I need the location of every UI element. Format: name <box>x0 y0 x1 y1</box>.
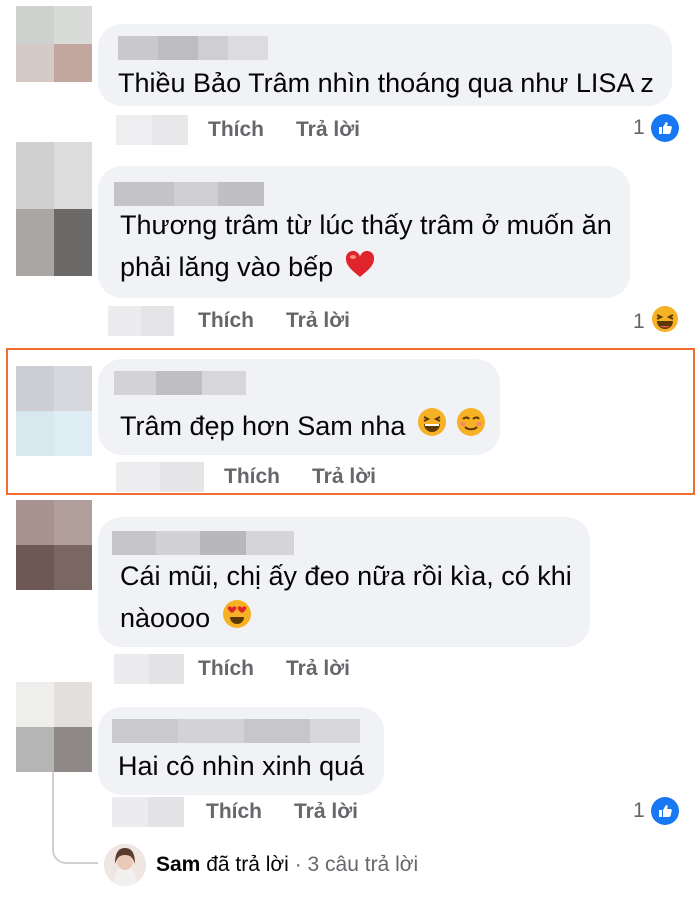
reaction-summary[interactable]: 1 <box>633 305 679 338</box>
grinning-squint-icon <box>417 407 447 449</box>
thread-connector <box>52 772 98 864</box>
timestamp-blurred[interactable] <box>116 115 188 145</box>
reply-author-name[interactable]: Sam <box>156 853 200 876</box>
like-button[interactable]: Thích <box>208 118 264 142</box>
reply-button[interactable]: Trả lời <box>294 800 358 824</box>
reply-author-avatar[interactable] <box>104 844 146 886</box>
reaction-summary[interactable]: 1 <box>633 114 679 142</box>
heart-icon <box>345 248 375 290</box>
comment-bubble: Thương trâm từ lúc thấy trâm ở muốn ăn p… <box>98 166 630 298</box>
smiling-blush-icon <box>456 407 486 449</box>
author-name-blurred[interactable] <box>114 371 246 395</box>
comment-bubble: Thiều Bảo Trâm nhìn thoáng qua như LISA … <box>98 24 672 106</box>
comment-actions: Thích Trả lời <box>116 462 376 492</box>
avatar[interactable] <box>16 366 92 456</box>
avatar[interactable] <box>16 682 92 772</box>
reply-button[interactable]: Trả lời <box>312 465 376 489</box>
reaction-summary[interactable]: 1 <box>633 797 679 825</box>
like-button[interactable]: Thích <box>198 309 254 333</box>
reply-separator: · <box>294 853 302 876</box>
comment-text: Thiều Bảo Trâm nhìn thoáng qua như LISA … <box>118 68 654 98</box>
author-name-blurred[interactable] <box>118 36 268 60</box>
heart-eyes-icon <box>222 599 252 641</box>
timestamp-blurred[interactable] <box>116 462 204 492</box>
like-icon <box>650 797 679 825</box>
replies-summary[interactable]: Sam đã trả lời · 3 câu trả lời <box>104 843 418 887</box>
reaction-count: 1 <box>633 799 645 822</box>
comment-actions: Thích Trả lời <box>112 797 358 827</box>
comment-bubble: Cái mũi, chị ấy đeo nữa rồi kìa, có khi … <box>98 517 590 647</box>
comment-text-line-2: phải lăng vào bếp <box>120 246 375 290</box>
reply-button[interactable]: Trả lời <box>296 118 360 142</box>
comment-bubble: Trâm đẹp hơn Sam nha <box>98 359 500 455</box>
avatar[interactable] <box>16 6 92 82</box>
timestamp-blurred[interactable] <box>108 306 174 336</box>
laughing-icon <box>651 305 679 338</box>
timestamp-blurred[interactable] <box>112 797 184 827</box>
reaction-count: 1 <box>633 116 645 139</box>
reply-button[interactable]: Trả lời <box>286 657 350 681</box>
comment-actions: Thích Trả lời <box>108 306 350 336</box>
reaction-count: 1 <box>633 309 645 333</box>
author-name-blurred[interactable] <box>112 531 294 555</box>
like-button[interactable]: Thích <box>206 800 262 824</box>
comment-text-line-1: Thương trâm từ lúc thấy trâm ở muốn ăn <box>120 210 612 240</box>
timestamp-blurred[interactable] <box>114 654 184 684</box>
comment-text-line-1: Cái mũi, chị ấy đeo nữa rồi kìa, có khi <box>120 561 572 591</box>
comment-actions: Thích Trả lời <box>116 115 360 145</box>
like-button[interactable]: Thích <box>198 657 254 681</box>
author-name-blurred[interactable] <box>114 182 264 206</box>
comment-bubble: Hai cô nhìn xinh quá <box>98 707 384 795</box>
reply-button[interactable]: Trả lời <box>286 309 350 333</box>
comment-text: Trâm đẹp hơn Sam nha <box>120 405 486 449</box>
author-name-blurred[interactable] <box>112 719 360 743</box>
reply-summary-text: Sam đã trả lời · 3 câu trả lời <box>156 853 418 877</box>
comment-text: Hai cô nhìn xinh quá <box>118 751 365 781</box>
comment-text-line-2: nàoooo <box>120 597 252 641</box>
reply-count[interactable]: 3 câu trả lời <box>308 853 419 876</box>
reply-action: đã trả lời <box>206 853 289 876</box>
avatar[interactable] <box>16 142 92 276</box>
avatar[interactable] <box>16 500 92 590</box>
like-icon <box>650 114 679 142</box>
like-button[interactable]: Thích <box>224 465 280 489</box>
comment-actions: Thích Trả lời <box>114 654 350 684</box>
